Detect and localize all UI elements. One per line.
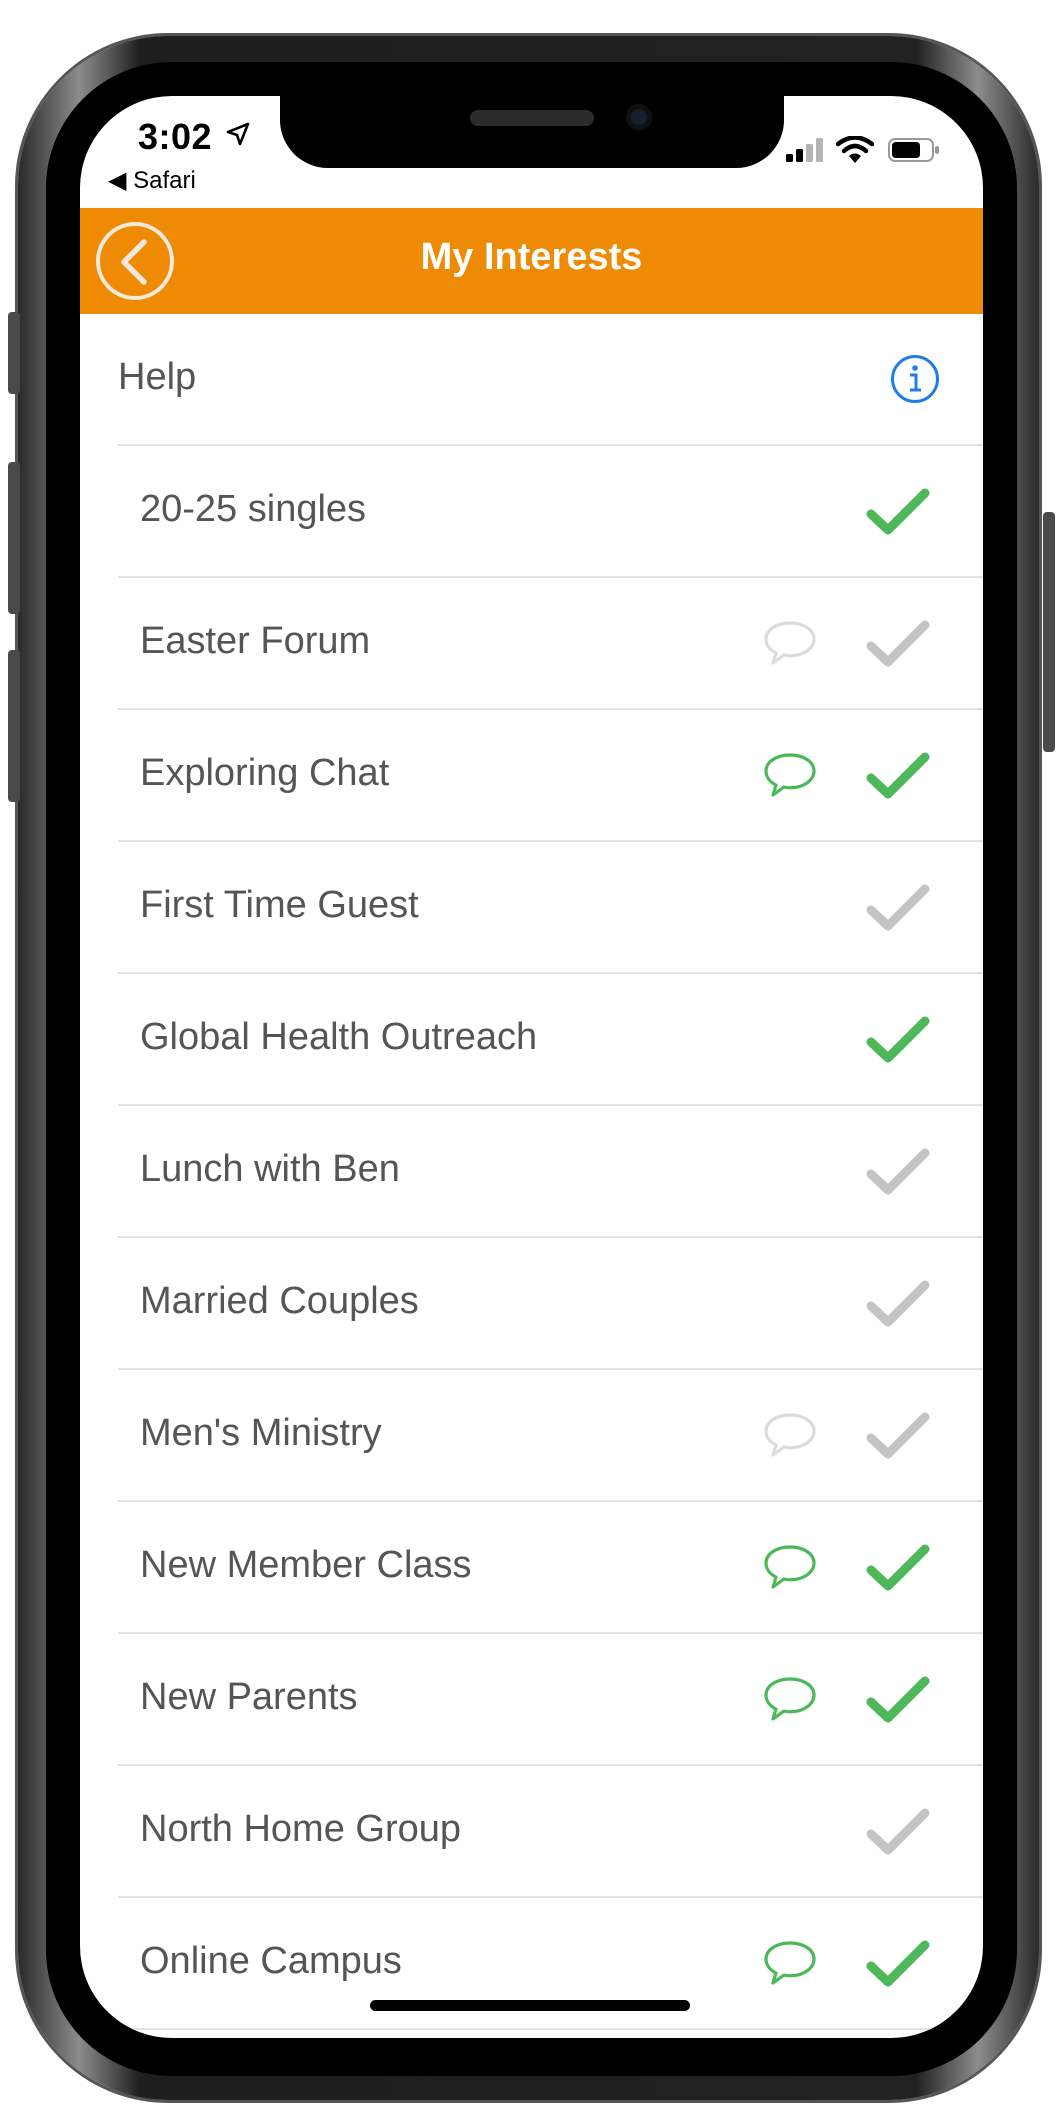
list-item[interactable]: Exploring Chat: [80, 710, 983, 842]
interest-label: Exploring Chat: [140, 752, 390, 794]
interest-label: Global Health Outreach: [140, 1016, 538, 1058]
list-item[interactable]: New Member Class: [80, 1502, 983, 1634]
back-to-app-link[interactable]: ◀ Safari: [108, 166, 196, 195]
chat-bubble-icon[interactable]: [762, 1676, 818, 1722]
checkmark-icon[interactable]: [866, 1542, 930, 1594]
volume-up-button: [8, 462, 20, 614]
checkmark-icon[interactable]: [866, 750, 930, 802]
list-item[interactable]: 20-25 singles: [80, 446, 983, 578]
interest-label: First Time Guest: [140, 884, 419, 926]
chat-bubble-icon[interactable]: [762, 620, 818, 666]
list-item[interactable]: North Home Group: [80, 1766, 983, 1898]
page-title: My Interests: [420, 236, 643, 278]
list-item[interactable]: Married Couples: [80, 1238, 983, 1370]
checkmark-icon[interactable]: [866, 1146, 930, 1198]
checkmark-icon[interactable]: [866, 1674, 930, 1726]
volume-down-button: [8, 650, 20, 802]
interest-label: New Member Class: [140, 1544, 472, 1586]
checkmark-icon[interactable]: [866, 618, 930, 670]
interest-label: New Parents: [140, 1676, 358, 1718]
chat-bubble-icon[interactable]: [762, 1412, 818, 1458]
chat-bubble-icon[interactable]: [762, 1940, 818, 1986]
power-button: [1043, 512, 1055, 752]
list-item[interactable]: Global Health Outreach: [80, 974, 983, 1106]
side-button: [8, 312, 20, 394]
list-item[interactable]: Lunch with Ben: [80, 1106, 983, 1238]
checkmark-icon[interactable]: [866, 1410, 930, 1462]
status-time: 3:02: [138, 116, 213, 157]
interest-label: 20-25 singles: [140, 488, 367, 530]
location-arrow-icon: [226, 122, 250, 146]
help-row[interactable]: Help: [80, 314, 983, 446]
speaker-grille: [470, 110, 594, 126]
list-item[interactable]: Easter Forum: [80, 578, 983, 710]
checkmark-icon[interactable]: [866, 1278, 930, 1330]
chat-bubble-icon[interactable]: [762, 1544, 818, 1590]
interest-label: Men's Ministry: [140, 1412, 382, 1454]
checkmark-icon[interactable]: [866, 882, 930, 934]
chat-bubble-icon[interactable]: [762, 752, 818, 798]
nav-bar: My Interests: [80, 208, 983, 314]
checkmark-icon[interactable]: [866, 1938, 930, 1990]
interest-label: Lunch with Ben: [140, 1148, 400, 1190]
battery-icon: [888, 138, 939, 162]
checkmark-icon[interactable]: [866, 1806, 930, 1858]
wifi-icon: [836, 136, 874, 163]
list-item[interactable]: First Time Guest: [80, 842, 983, 974]
list-item[interactable]: Men's Ministry: [80, 1370, 983, 1502]
interest-label: North Home Group: [140, 1808, 462, 1850]
front-camera: [626, 104, 652, 130]
screen: 3:02 ◀ Safari My Interests Help 20-25 si…: [80, 96, 983, 2038]
divider: [118, 2028, 983, 2030]
home-indicator[interactable]: [370, 2000, 690, 2011]
interest-label: Married Couples: [140, 1280, 419, 1322]
cellular-signal-icon: [786, 138, 823, 162]
info-icon[interactable]: [890, 354, 940, 404]
list-item[interactable]: New Parents: [80, 1634, 983, 1766]
checkmark-icon[interactable]: [866, 486, 930, 538]
interest-list: 20-25 singles Easter Forum Exploring Chat F…: [80, 446, 983, 2030]
help-label: Help: [118, 356, 197, 398]
checkmark-icon[interactable]: [866, 1014, 930, 1066]
interest-label: Online Campus: [140, 1940, 402, 1982]
interest-label: Easter Forum: [140, 620, 371, 662]
notch: [280, 96, 784, 168]
